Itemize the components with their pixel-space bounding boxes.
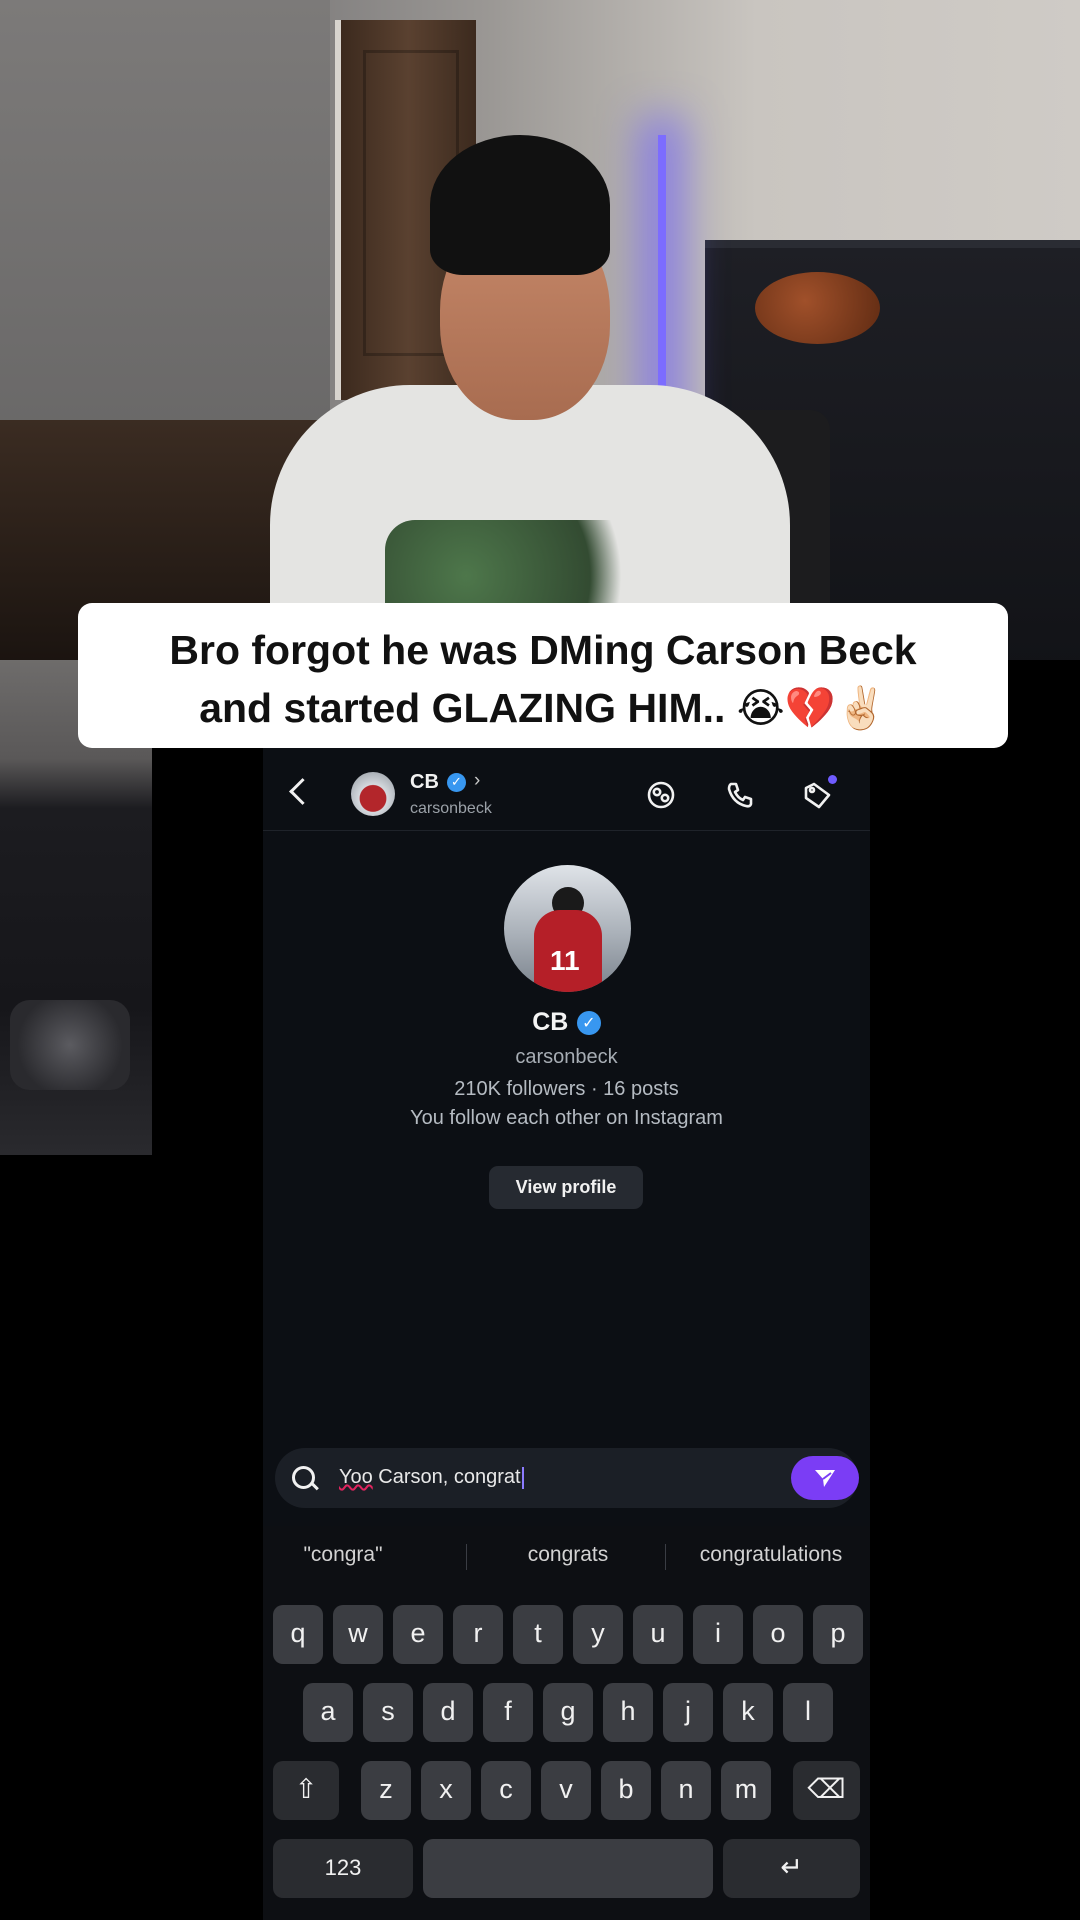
profile-mutual-follow: You follow each other on Instagram — [410, 1107, 723, 1129]
key-z[interactable]: z — [361, 1761, 411, 1820]
chevron-right-icon[interactable]: › — [474, 770, 480, 792]
key-b[interactable]: b — [601, 1761, 651, 1820]
suggestion-bar: "congra" congrats congratulations — [263, 1526, 870, 1584]
caption-line-1: Bro forgot he was DMing Carson Beck — [169, 627, 917, 673]
key-c[interactable]: c — [481, 1761, 531, 1820]
send-button[interactable] — [791, 1456, 859, 1500]
suggestion-divider — [466, 1544, 467, 1570]
tag-icon[interactable] — [800, 775, 837, 812]
key-y[interactable]: y — [573, 1605, 623, 1664]
key-e[interactable]: e — [393, 1605, 443, 1664]
return-key-icon[interactable]: ↵ — [723, 1839, 860, 1898]
key-t[interactable]: t — [513, 1605, 563, 1664]
key-s[interactable]: s — [363, 1683, 413, 1742]
suggestion-3[interactable]: congratulations — [681, 1543, 861, 1567]
key-g[interactable]: g — [543, 1683, 593, 1742]
search-icon[interactable] — [292, 1466, 315, 1489]
football — [755, 272, 880, 344]
key-d[interactable]: d — [423, 1683, 473, 1742]
sticker-icon[interactable] — [644, 778, 678, 812]
profile-avatar[interactable]: 11 — [504, 865, 631, 992]
header-avatar[interactable] — [351, 772, 395, 816]
space-key[interactable] — [423, 1839, 713, 1898]
profile-handle: carsonbeck — [515, 1046, 618, 1068]
key-r[interactable]: r — [453, 1605, 503, 1664]
verified-badge-icon: ✓ — [447, 773, 466, 792]
send-icon — [815, 1470, 835, 1487]
key-l[interactable]: l — [783, 1683, 833, 1742]
video-caption: Bro forgot he was DMing Carson Beck and … — [78, 603, 1008, 748]
header-handle[interactable]: carsonbeck — [410, 800, 492, 818]
numbers-key[interactable]: 123 — [273, 1839, 413, 1898]
key-j[interactable]: j — [663, 1683, 713, 1742]
backspace-key-icon[interactable]: ⌫ — [793, 1761, 860, 1820]
key-m[interactable]: m — [721, 1761, 771, 1820]
key-v[interactable]: v — [541, 1761, 591, 1820]
shift-key-icon[interactable]: ⇧ — [273, 1761, 339, 1820]
dm-header: CB ✓ › carsonbeck — [263, 748, 870, 831]
message-text-rest: Carson, congrat — [372, 1466, 521, 1488]
profile-name-row: CB ✓ — [263, 1008, 870, 1037]
key-x[interactable]: x — [421, 1761, 471, 1820]
suggestion-divider — [665, 1544, 666, 1570]
phone-call-icon[interactable] — [723, 778, 757, 812]
keyboard: "congra" congrats congratulations q w e … — [263, 1526, 870, 1920]
notification-dot — [828, 775, 837, 784]
verified-badge-icon: ✓ — [576, 1010, 601, 1035]
message-misspelled-word: Yoo — [339, 1466, 373, 1488]
suggestion-2[interactable]: congrats — [503, 1543, 633, 1567]
key-i[interactable]: i — [693, 1605, 743, 1664]
message-composer[interactable]: Yoo Carson, congrat — [275, 1448, 859, 1508]
key-n[interactable]: n — [661, 1761, 711, 1820]
key-k[interactable]: k — [723, 1683, 773, 1742]
key-h[interactable]: h — [603, 1683, 653, 1742]
profile-name: CB — [532, 1008, 569, 1036]
message-input[interactable]: Yoo Carson, congrat — [339, 1466, 524, 1489]
view-profile-button[interactable]: View profile — [489, 1166, 643, 1209]
profile-stats: 210K followers · 16 posts — [454, 1078, 679, 1100]
caption-line-2-text: and started GLAZING HIM.. — [199, 685, 726, 731]
text-caret — [521, 1466, 524, 1489]
key-o[interactable]: o — [753, 1605, 803, 1664]
avatar-jersey-number: 11 — [550, 945, 580, 976]
key-u[interactable]: u — [633, 1605, 683, 1664]
webcam-video-frame — [0, 0, 1080, 660]
key-a[interactable]: a — [303, 1683, 353, 1742]
phone-screen: CB ✓ › carsonbeck 11 CB ✓ carsonbeck 210… — [263, 748, 870, 1920]
key-f[interactable]: f — [483, 1683, 533, 1742]
header-name[interactable]: CB — [410, 771, 439, 794]
key-w[interactable]: w — [333, 1605, 383, 1664]
back-icon[interactable] — [289, 778, 316, 805]
caption-emojis: 😭💔✌🏻 — [736, 684, 887, 732]
beanie — [430, 135, 610, 275]
key-p[interactable]: p — [813, 1605, 863, 1664]
key-q[interactable]: q — [273, 1605, 323, 1664]
caption-line-2: and started GLAZING HIM.. 😭💔✌🏻 — [98, 679, 988, 737]
suggestion-1[interactable]: "congra" — [288, 1543, 398, 1567]
